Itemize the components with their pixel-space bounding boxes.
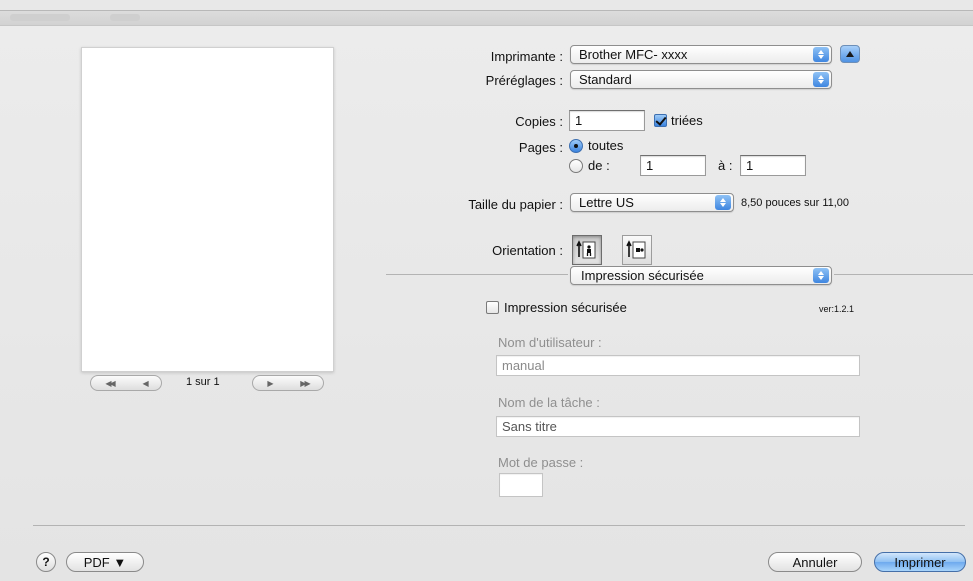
- panel-select[interactable]: Impression sécurisée: [570, 266, 832, 285]
- prev-page-icon[interactable]: ◀: [142, 379, 148, 388]
- password-input[interactable]: [499, 473, 543, 497]
- page-indicator: 1 sur 1: [186, 376, 220, 388]
- secure-print-label: Impression sécurisée: [504, 300, 627, 315]
- paper-dimensions: 8,50 pouces sur 11,00: [741, 197, 850, 209]
- popup-arrows-icon: [715, 195, 731, 210]
- presets-select[interactable]: Standard: [570, 70, 832, 89]
- copies-input[interactable]: 1: [569, 110, 645, 131]
- next-last-page-buttons[interactable]: ▶ ▶▶: [252, 375, 324, 391]
- jobname-label: Nom de la tâche :: [498, 395, 600, 410]
- next-page-icon[interactable]: ▶: [267, 379, 273, 388]
- printer-label: Imprimante :: [490, 49, 563, 64]
- copies-label: Copies :: [515, 114, 563, 129]
- help-button[interactable]: ?: [36, 552, 56, 572]
- first-prev-page-buttons[interactable]: ◀◀ ◀: [90, 375, 162, 391]
- paper-size-select[interactable]: Lettre US: [570, 193, 734, 212]
- collate-checkbox[interactable]: [654, 114, 667, 127]
- background-window-strip: [0, 11, 973, 26]
- presets-value: Standard: [579, 72, 632, 87]
- print-button[interactable]: Imprimer: [874, 552, 966, 572]
- popup-arrows-icon: [813, 268, 829, 283]
- pages-all-label: toutes: [588, 138, 624, 153]
- section-divider-right: [834, 274, 973, 275]
- pdf-button[interactable]: PDF ▼: [66, 552, 144, 572]
- pages-to-label: à :: [718, 158, 733, 173]
- pages-to-input[interactable]: 1: [740, 155, 806, 176]
- username-input[interactable]: manual: [496, 355, 860, 376]
- secure-print-checkbox[interactable]: [486, 301, 499, 314]
- pages-from-input[interactable]: 1: [640, 155, 706, 176]
- jobname-input[interactable]: Sans titre: [496, 416, 860, 437]
- collapse-details-button[interactable]: [840, 45, 860, 63]
- username-label: Nom d'utilisateur :: [498, 335, 602, 350]
- pages-range-radio[interactable]: [569, 159, 583, 173]
- printer-select[interactable]: Brother MFC- xxxx: [570, 45, 832, 64]
- landscape-icon: [626, 240, 646, 259]
- version-label: ver:1.2.1: [819, 304, 855, 314]
- section-divider-left: [386, 274, 568, 275]
- pages-label: Pages :: [518, 140, 563, 155]
- orientation-landscape-button[interactable]: [622, 235, 652, 265]
- presets-label: Préréglages :: [485, 73, 563, 88]
- pages-all-radio[interactable]: [569, 139, 583, 153]
- printer-value: Brother MFC- xxxx: [579, 47, 688, 62]
- paper-size-value: Lettre US: [579, 195, 634, 210]
- password-label: Mot de passe :: [498, 455, 584, 470]
- first-page-icon[interactable]: ◀◀: [105, 379, 115, 388]
- cancel-button[interactable]: Annuler: [768, 552, 862, 572]
- triangle-up-icon: [846, 51, 854, 57]
- portrait-icon: [576, 240, 596, 259]
- popup-arrows-icon: [813, 47, 829, 62]
- collate-label: triées: [671, 113, 703, 128]
- orientation-portrait-button[interactable]: [572, 235, 602, 265]
- pages-range-label: de :: [588, 158, 610, 173]
- print-dialog: ◀◀ ◀ 1 sur 1 ▶ ▶▶ Imprimante : Brother M…: [0, 10, 973, 581]
- page-preview: [81, 47, 334, 372]
- panel-value: Impression sécurisée: [581, 268, 704, 283]
- orientation-label: Orientation :: [492, 243, 563, 258]
- last-page-icon[interactable]: ▶▶: [300, 379, 310, 388]
- paper-size-label: Taille du papier :: [468, 197, 563, 212]
- popup-arrows-icon: [813, 72, 829, 87]
- footer-divider: [33, 525, 965, 526]
